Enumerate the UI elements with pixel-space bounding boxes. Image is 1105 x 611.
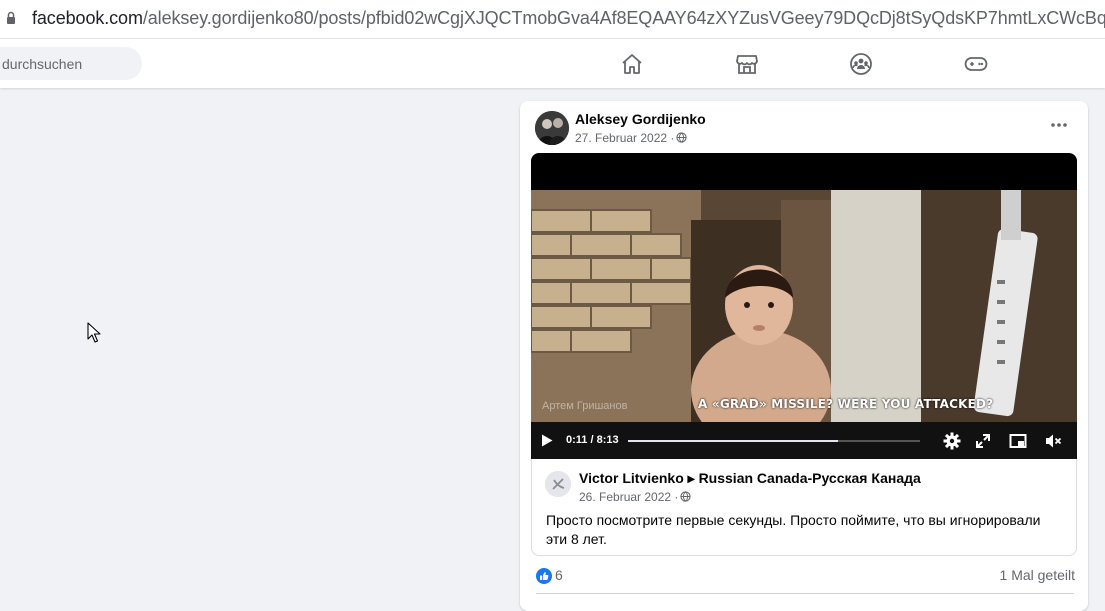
shared-post-text: Просто посмотрите первые секунды. Просто… [546,512,1041,547]
post-meta: 27. Februar 2022 · [575,131,688,145]
lock-icon [7,11,15,24]
picture-in-picture-icon[interactable] [1009,432,1027,450]
share-count[interactable]: 1 Mal geteilt [1000,567,1075,583]
gaming-icon[interactable] [964,52,988,76]
mouse-cursor-icon [87,322,101,343]
shared-date[interactable]: 26. Februar 2022 · [579,490,678,504]
video-controls: 0:11 / 8:13 [531,422,1077,459]
reactions-summary[interactable]: 6 [536,567,563,584]
settings-gear-icon[interactable] [943,432,961,450]
home-icon[interactable] [620,52,644,76]
url-host: facebook.com [32,8,143,28]
groups-icon[interactable] [849,52,873,76]
divider [536,593,1074,594]
facebook-header: durchsuchen [0,39,1105,88]
globe-icon [676,132,688,143]
like-count: 6 [555,567,563,583]
post-date[interactable]: 27. Februar 2022 · [575,131,674,145]
like-reaction-icon [536,568,552,584]
post-author[interactable]: Aleksey Gordijenko [575,111,706,127]
shared-author-line[interactable]: Victor Litvienko ▸ Russian Canada-Русска… [579,470,921,487]
marketplace-icon[interactable] [735,52,759,76]
video-watermark: Артем Гришанов [542,400,628,412]
shared-meta: 26. Februar 2022 · [579,490,692,504]
search-input[interactable]: durchsuchen [2,56,82,72]
play-icon[interactable] [541,434,553,447]
video-time: 0:11 / 8:13 [566,434,619,446]
shared-author-avatar[interactable] [545,471,571,497]
url-text[interactable]: facebook.com/aleksey.gordijenko80/posts/… [32,8,1105,29]
muted-speaker-icon[interactable] [1044,432,1062,450]
video-progress-bar[interactable] [628,440,920,442]
video-player[interactable]: Артем Гришанов A «GRAD» MISSILE? WERE YO… [531,153,1077,459]
shared-post-info[interactable]: Victor Litvienko ▸ Russian Canada-Русска… [531,459,1077,556]
browser-url-bar[interactable]: facebook.com/aleksey.gordijenko80/posts/… [0,0,1105,39]
fullscreen-icon[interactable] [974,432,992,450]
video-progress-fill [628,440,839,442]
post-card: Aleksey Gordijenko 27. Februar 2022 · Ар… [520,101,1088,611]
globe-icon [680,491,692,502]
url-path: /aleksey.gordijenko80/posts/pfbid02wCgjX… [142,8,1105,28]
author-avatar[interactable] [535,111,569,145]
video-subtitle: A «GRAD» MISSILE? WERE YOU ATTACKED? [698,397,994,411]
more-options-icon[interactable] [1045,118,1073,132]
search-box[interactable]: durchsuchen [0,47,142,80]
video-frame[interactable]: Артем Гришанов A «GRAD» MISSILE? WERE YO… [531,190,1077,422]
